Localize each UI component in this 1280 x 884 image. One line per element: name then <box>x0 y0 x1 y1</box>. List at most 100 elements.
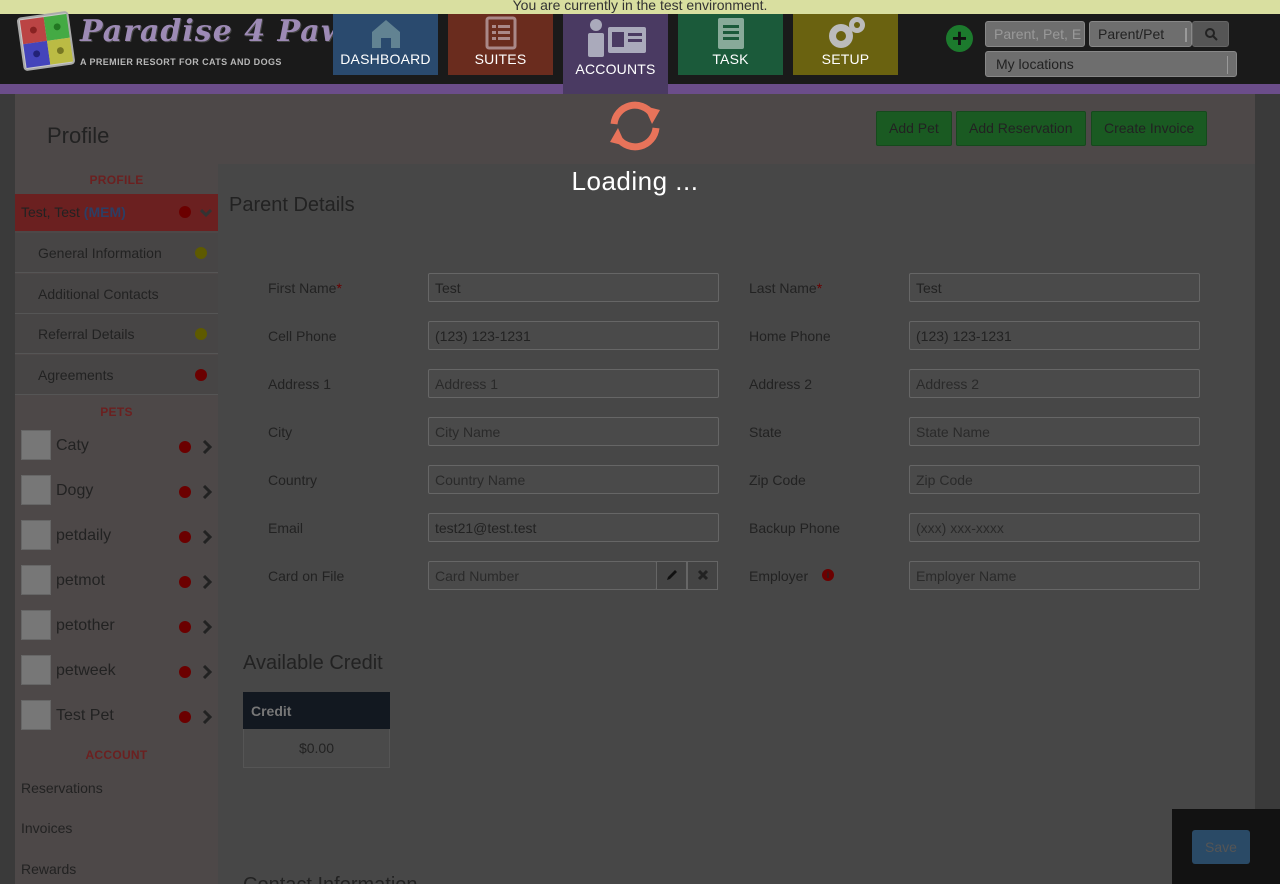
city-field[interactable]: City Name <box>428 417 719 446</box>
address2-field[interactable]: Address 2 <box>909 369 1200 398</box>
save-button[interactable]: Save <box>1192 830 1250 864</box>
sidebar-header-account: ACCOUNT <box>85 748 148 762</box>
employer-field[interactable]: Employer Name <box>909 561 1200 590</box>
parent-details-title: Parent Details <box>229 194 355 216</box>
nav-setup[interactable]: SETUP <box>793 14 898 75</box>
first-name-label: First Name* <box>268 280 342 296</box>
refresh-spinner-icon <box>610 101 660 151</box>
gears-icon <box>793 16 898 50</box>
status-dot-yellow <box>195 247 207 259</box>
sidebar-item-referral-details[interactable]: Referral Details <box>15 314 218 354</box>
id-card-icon <box>563 18 668 58</box>
card-number-field[interactable]: Card Number <box>428 561 657 590</box>
global-search-input[interactable]: Parent, Pet, E <box>985 21 1085 47</box>
employer-label: Employer <box>749 568 809 584</box>
chevron-right-icon <box>202 440 213 454</box>
sidebar-pet-petdaily[interactable]: petdaily <box>15 514 218 559</box>
paw-badge-icon: ● ● ● ● <box>16 10 76 72</box>
page-title: Profile <box>47 123 110 148</box>
loading-message: Loading ... <box>571 166 699 196</box>
sidebar-item-additional-contacts[interactable]: Additional Contacts <box>15 274 218 314</box>
sidebar-item-general-information[interactable]: General Information <box>15 233 218 273</box>
status-dot-red <box>179 576 191 588</box>
sidebar-account-item[interactable]: Test, Test (MEM) <box>15 194 218 231</box>
sidebar-header-profile: PROFILE <box>89 173 144 187</box>
home-icon <box>333 16 438 50</box>
chevron-down-icon <box>200 208 212 218</box>
available-credit-title: Available Credit <box>243 652 383 674</box>
pet-photo <box>21 475 51 505</box>
pet-photo <box>21 700 51 730</box>
sidebar-pet-test-pet[interactable]: Test Pet <box>15 694 218 739</box>
cell-phone-field[interactable]: (123) 123-1231 <box>428 321 719 350</box>
remove-card-button[interactable] <box>687 561 718 590</box>
sidebar-header-pets: PETS <box>100 405 133 419</box>
pet-photo <box>21 520 51 550</box>
sidebar-item-agreements[interactable]: Agreements <box>15 355 218 395</box>
edit-card-button[interactable] <box>656 561 687 590</box>
nav-dashboard[interactable]: DASHBOARD <box>333 14 438 75</box>
backup-phone-label: Backup Phone <box>749 520 841 536</box>
status-dot-red <box>179 711 191 723</box>
sidebar-pet-petother[interactable]: petother <box>15 604 218 649</box>
quick-add-button[interactable]: + <box>946 25 973 52</box>
cell-phone-label: Cell Phone <box>268 328 337 344</box>
nav-task[interactable]: TASK <box>678 14 783 75</box>
pet-photo <box>21 655 51 685</box>
sidebar-pet-caty[interactable]: Caty <box>15 424 218 469</box>
info-icon[interactable]: i <box>822 569 834 581</box>
chevron-right-icon <box>202 485 213 499</box>
location-select[interactable]: My locations <box>985 51 1237 77</box>
sidebar-pet-petweek[interactable]: petweek <box>15 649 218 694</box>
sidebar-link-reservations[interactable]: Reservations <box>21 780 103 796</box>
email-field[interactable]: test21@test.test <box>428 513 719 542</box>
first-name-field[interactable]: Test <box>428 273 719 302</box>
brand-logo[interactable]: ● ● ● ● Paradise 4 Paws A PREMIER RESORT… <box>16 10 364 72</box>
status-dot-red <box>179 206 191 218</box>
create-invoice-button[interactable]: Create Invoice <box>1091 111 1208 146</box>
credit-table: Credit $0.00 <box>243 692 390 768</box>
add-pet-button[interactable]: Add Pet <box>876 111 952 146</box>
home-phone-field[interactable]: (123) 123-1231 <box>909 321 1200 350</box>
chevron-right-icon <box>202 665 213 679</box>
chevron-right-icon <box>202 620 213 634</box>
last-name-label: Last Name* <box>749 280 823 296</box>
card-on-file-label: Card on File <box>268 568 345 584</box>
sidebar-link-invoices[interactable]: Invoices <box>21 820 72 836</box>
state-label: State <box>749 424 782 440</box>
address1-label: Address 1 <box>268 376 332 392</box>
sidebar-pet-dogy[interactable]: Dogy <box>15 469 218 514</box>
brand-name: Paradise 4 Paws <box>80 14 366 49</box>
email-label: Email <box>268 520 304 536</box>
sidebar-pet-petmot[interactable]: petmot <box>15 559 218 604</box>
status-dot-red <box>179 666 191 678</box>
chevron-right-icon <box>202 710 213 724</box>
search-type-select[interactable]: Parent/Pet <box>1089 21 1192 47</box>
last-name-field[interactable]: Test <box>909 273 1200 302</box>
account-name: Test, Test <box>21 204 80 220</box>
document-icon <box>678 16 783 50</box>
zip-code-field[interactable]: Zip Code <box>909 465 1200 494</box>
add-reservation-button[interactable]: Add Reservation <box>956 111 1086 146</box>
address1-field[interactable]: Address 1 <box>428 369 719 398</box>
home-phone-label: Home Phone <box>749 328 831 344</box>
nav-suites[interactable]: SUITES <box>448 14 553 75</box>
status-dot-red <box>179 441 191 453</box>
zip-code-label: Zip Code <box>749 472 806 488</box>
country-label: Country <box>268 472 318 488</box>
pencil-icon <box>666 570 677 580</box>
contact-information-title: Contact Information <box>243 874 418 884</box>
state-field[interactable]: State Name <box>909 417 1200 446</box>
pet-photo <box>21 430 51 460</box>
country-field[interactable]: Country Name <box>428 465 719 494</box>
status-dot-red <box>179 531 191 543</box>
status-dot-red <box>179 486 191 498</box>
status-dot-red <box>179 621 191 633</box>
credit-column-header: Credit <box>243 692 390 729</box>
status-dot-yellow <box>195 328 207 340</box>
search-button[interactable] <box>1192 21 1229 47</box>
list-icon <box>448 16 553 50</box>
nav-accounts[interactable]: ACCOUNTS <box>563 14 668 94</box>
sidebar-link-rewards[interactable]: Rewards <box>21 861 76 877</box>
backup-phone-field[interactable]: (xxx) xxx-xxxx <box>909 513 1200 542</box>
